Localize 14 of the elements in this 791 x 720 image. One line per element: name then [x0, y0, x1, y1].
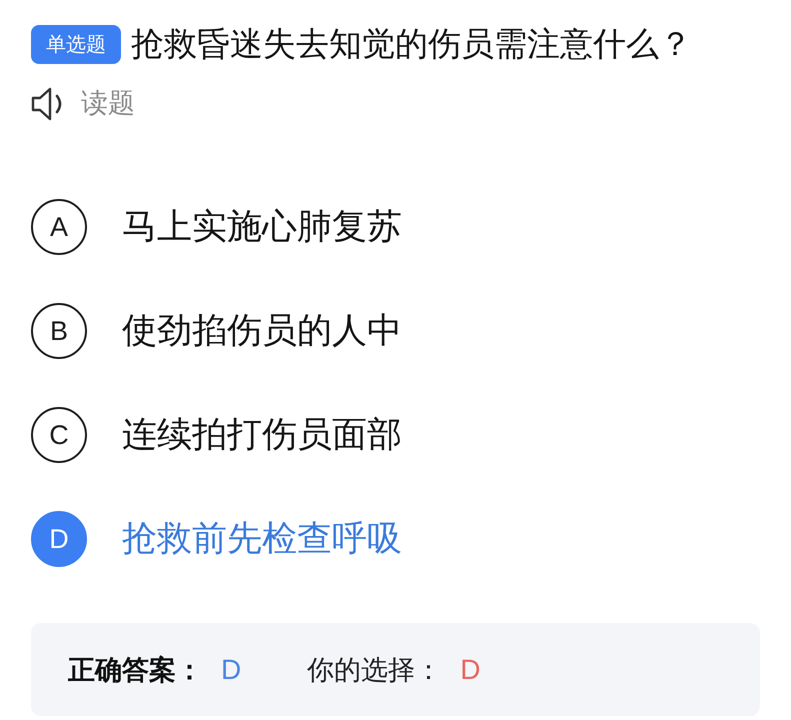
question-text: 抢救昏迷失去知觉的伤员需注意什么？: [131, 24, 692, 64]
correct-answer-value: D: [221, 654, 242, 686]
your-choice-label: 你的选择：: [307, 654, 442, 688]
option-text[interactable]: 马上实施心肺复苏: [122, 205, 402, 249]
option-text[interactable]: 连续拍打伤员面部: [122, 413, 402, 457]
option-letter-circle[interactable]: A: [31, 199, 87, 255]
your-choice-value: D: [460, 654, 480, 686]
option-letter-circle[interactable]: D: [31, 511, 87, 567]
option-letter-circle[interactable]: C: [31, 407, 87, 463]
question-type-badge: 单选题: [31, 24, 121, 64]
option-letter-circle[interactable]: B: [31, 303, 87, 359]
correct-answer-label: 正确答案：: [68, 654, 203, 688]
option-text[interactable]: 抢救前先检查呼吸: [122, 517, 402, 561]
option-text[interactable]: 使劲掐伤员的人中: [122, 309, 402, 353]
